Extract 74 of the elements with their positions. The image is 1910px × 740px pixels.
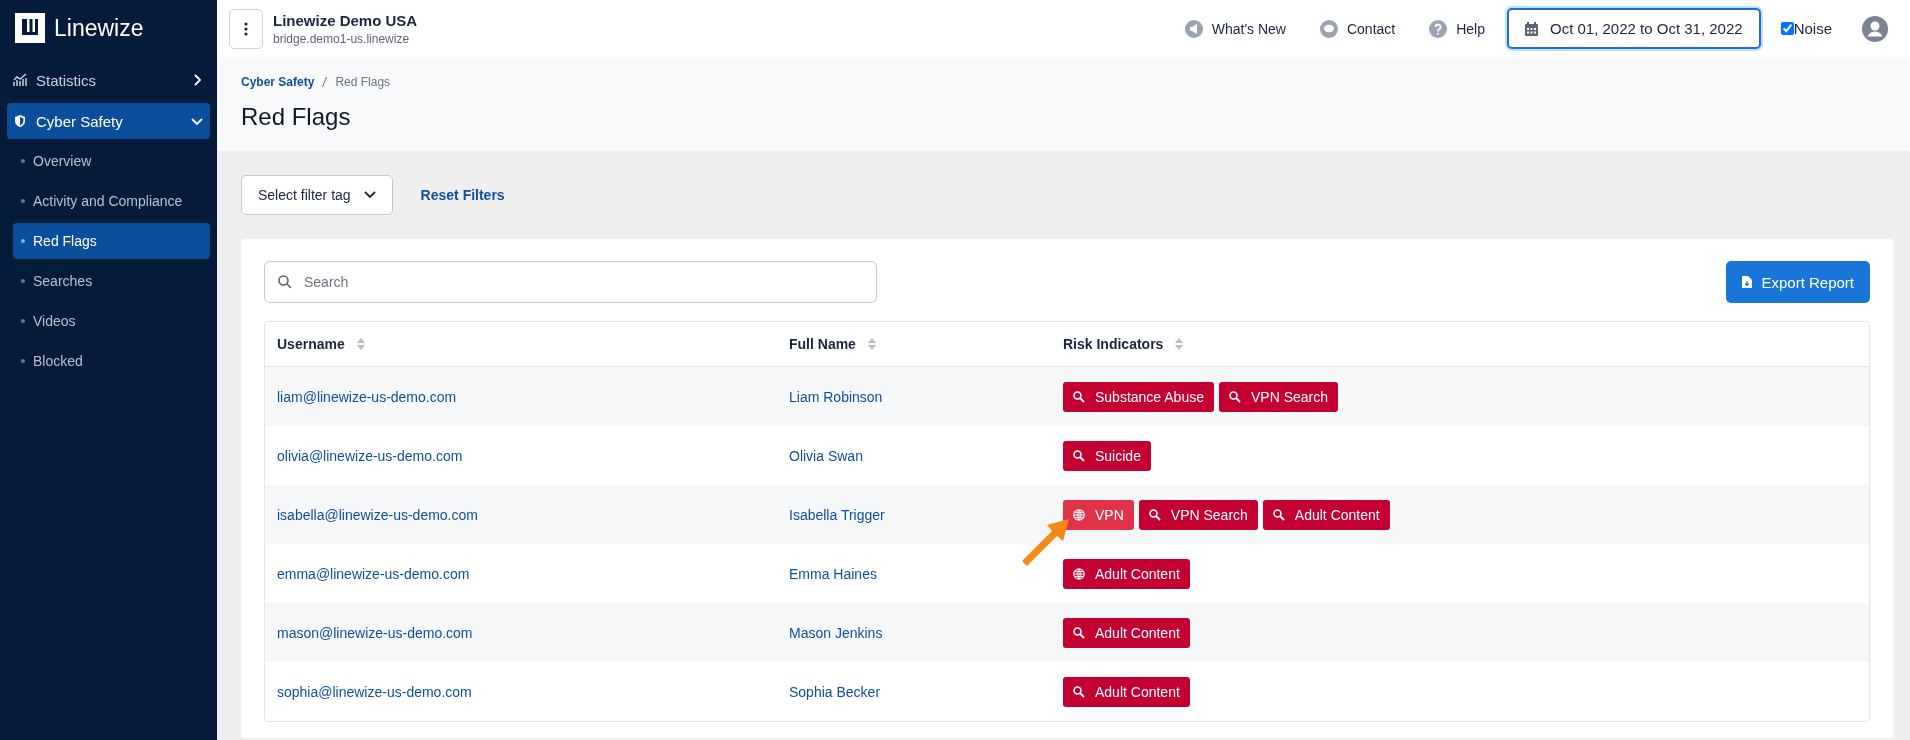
globe-icon — [1073, 567, 1085, 580]
caret-icon — [363, 191, 376, 199]
full-name-link[interactable]: Liam Robinson — [789, 388, 883, 405]
full-name-link[interactable]: Isabella Trigger — [789, 506, 885, 523]
search-icon — [1272, 508, 1285, 521]
megaphone-icon — [1184, 19, 1203, 38]
logo-text: Linewize — [54, 14, 144, 42]
chat-icon — [1319, 19, 1338, 38]
sidebar-item[interactable]: Statistics — [7, 62, 210, 98]
sort-icon — [867, 338, 876, 350]
risk-indicator-tag[interactable]: VPN Search — [1219, 381, 1339, 412]
full-name-link[interactable]: Olivia Swan — [789, 447, 863, 464]
risk-indicator-tag[interactable]: Adult Content — [1063, 558, 1190, 589]
username-link[interactable]: liam@linewize-us-demo.com — [277, 388, 457, 405]
globe-icon — [1073, 508, 1085, 521]
search-icon — [1073, 449, 1085, 462]
username-link[interactable]: isabella@linewize-us-demo.com — [277, 506, 478, 523]
search-icon — [1073, 626, 1085, 639]
risk-indicator-tag[interactable]: Substance Abuse — [1063, 381, 1214, 412]
filter-tag-dropdown[interactable]: Select filter tag — [241, 175, 393, 215]
risk-indicator-tag[interactable]: Adult Content — [1063, 617, 1190, 648]
sidebar-subitem[interactable]: Red Flags — [13, 223, 210, 259]
chart-icon — [13, 73, 27, 87]
sidebar-subitem[interactable]: Activity and Compliance — [13, 183, 210, 219]
search-icon — [1229, 390, 1241, 403]
breadcrumb-current-page: Red Flags — [335, 75, 391, 89]
sidebar-item[interactable]: Cyber Safety — [7, 103, 210, 139]
sidebar-subitem[interactable]: Blocked — [13, 343, 210, 379]
menu-button[interactable] — [229, 8, 263, 49]
organization-host: bridge.demo1-us.linewize — [273, 31, 411, 46]
search-field[interactable]: Search — [264, 261, 877, 303]
sidebar-subitem[interactable]: Videos — [13, 303, 210, 339]
document-icon — [1742, 276, 1753, 288]
page-title: Red Flags — [241, 103, 352, 131]
sidebar-subitem[interactable]: Overview — [13, 143, 210, 179]
full-name-link[interactable]: Mason Jenkins — [789, 624, 883, 641]
logo-icon — [15, 13, 45, 43]
user-avatar-icon[interactable] — [1862, 15, 1888, 42]
breadcrumb-link[interactable]: Cyber Safety — [241, 75, 315, 89]
date-range-picker[interactable]: Oct 01, 2022 to Oct 31, 2022 — [1507, 8, 1761, 49]
breadcrumb-separator-icon — [322, 77, 328, 87]
column-header[interactable]: Username — [265, 336, 777, 352]
risk-indicator-tag[interactable]: VPN Search — [1138, 499, 1258, 530]
risk-indicator-tag[interactable]: Adult Content — [1063, 676, 1190, 707]
reset-filters-link[interactable]: Reset Filters — [420, 187, 505, 203]
noise-checkbox[interactable] — [1780, 22, 1794, 35]
help-icon — [1429, 19, 1448, 38]
risk-indicator-tag[interactable]: VPN — [1063, 499, 1134, 530]
sort-icon — [356, 338, 365, 350]
username-link[interactable]: olivia@linewize-us-demo.com — [277, 447, 463, 464]
calendar-icon — [1525, 21, 1538, 36]
username-link[interactable]: sophia@linewize-us-demo.com — [277, 683, 472, 700]
search-icon — [1073, 390, 1085, 403]
sort-icon — [1175, 338, 1184, 350]
noise-label: Noise — [1793, 20, 1832, 37]
search-icon — [1148, 508, 1161, 521]
full-name-link[interactable]: Sophia Becker — [789, 683, 881, 700]
sidebar-subitem[interactable]: Searches — [13, 263, 210, 299]
full-name-link[interactable]: Emma Haines — [789, 565, 877, 582]
column-header[interactable]: Full Name — [777, 336, 1051, 352]
search-icon — [278, 275, 292, 289]
more-icon — [244, 21, 248, 36]
export-report-button[interactable]: Export Report — [1726, 261, 1870, 303]
shield-icon — [13, 114, 27, 128]
username-link[interactable]: mason@linewize-us-demo.com — [277, 624, 473, 641]
username-link[interactable]: emma@linewize-us-demo.com — [277, 565, 470, 582]
organization-name: Linewize Demo USA — [273, 11, 418, 29]
header-link[interactable]: What's New — [1184, 19, 1286, 38]
risk-indicator-tag[interactable]: Suicide — [1063, 440, 1151, 471]
header-link[interactable]: Help — [1429, 19, 1485, 38]
search-icon — [1073, 685, 1085, 698]
risk-indicator-tag[interactable]: Adult Content — [1262, 499, 1390, 530]
column-header[interactable]: Risk Indicators — [1051, 336, 1869, 352]
header-link[interactable]: Contact — [1319, 19, 1396, 38]
